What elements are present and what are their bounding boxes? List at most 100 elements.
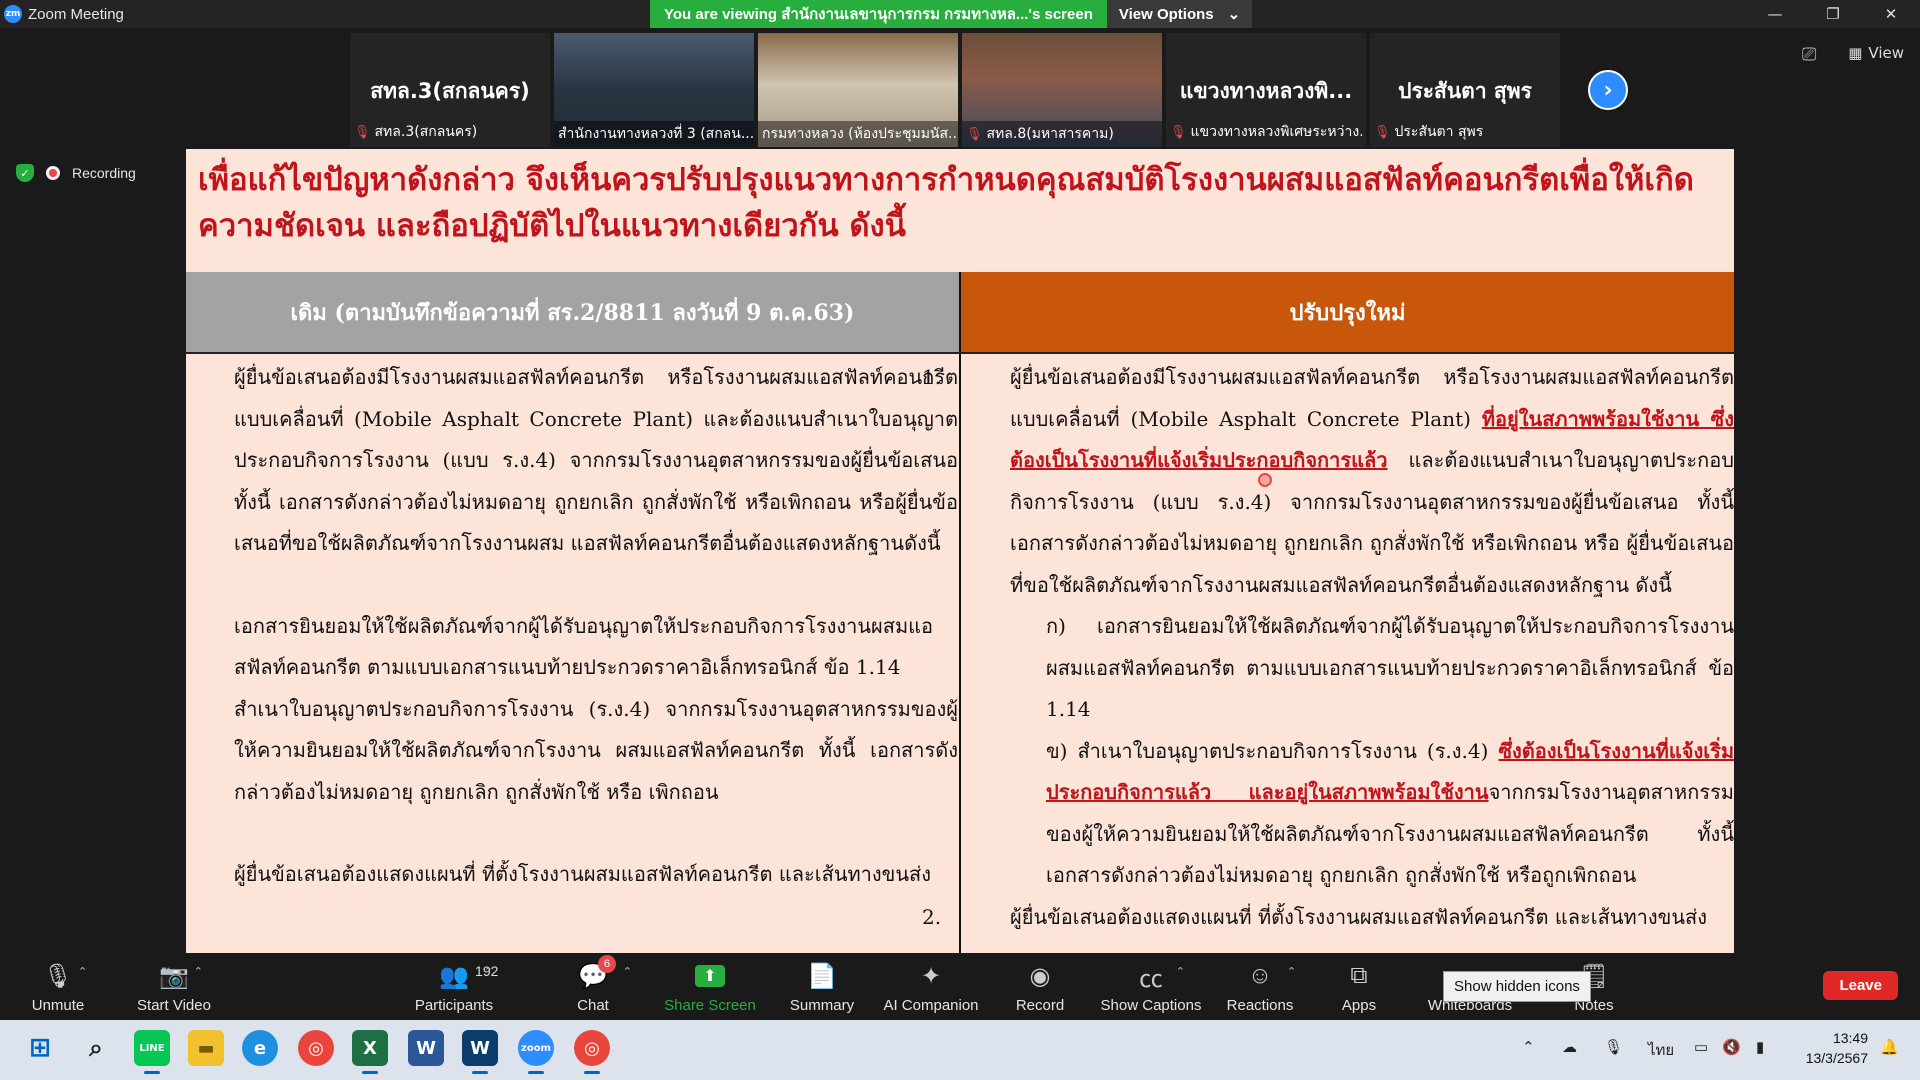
restore-button[interactable]: ❐ bbox=[1804, 0, 1862, 28]
participant-video-tile[interactable]: สำนักงานทางหลวงที่ 3 (สกลน... bbox=[554, 33, 754, 147]
leave-button[interactable]: Leave bbox=[1823, 971, 1898, 1000]
mic-muted-icon: 🎙 bbox=[1170, 124, 1187, 140]
excel-app-icon[interactable]: X bbox=[352, 1030, 388, 1074]
search-icon[interactable]: ⌕ bbox=[78, 1030, 114, 1066]
share-status-text: You are viewing สำนักงานเลขานุการกรม กรม… bbox=[650, 0, 1107, 28]
recording-indicator[interactable]: ✓ Recording bbox=[16, 164, 136, 182]
clock-time: 13:49 bbox=[1832, 1030, 1868, 1046]
window-controls: — ❐ ✕ bbox=[1746, 0, 1920, 28]
system-clock[interactable]: 13:49 13/3/2567 bbox=[1806, 1028, 1868, 1068]
close-button[interactable]: ✕ bbox=[1862, 0, 1920, 28]
chat-icon: 💬 6 ⌃ bbox=[578, 955, 632, 993]
clause-number: 1. bbox=[190, 357, 234, 399]
caret-up-icon[interactable]: ⌃ bbox=[623, 965, 632, 978]
participants-label: Participants bbox=[414, 997, 494, 1014]
participant-video-tile[interactable]: กรมทางหลวง (ห้องประชุมมนัส... bbox=[758, 33, 958, 147]
zoom-logo-icon: zm bbox=[4, 5, 22, 23]
caret-up-icon[interactable]: ⌃ bbox=[484, 965, 493, 978]
sparkle-icon: ✦ bbox=[920, 962, 942, 990]
start-video-button[interactable]: 📷 ⌃ Start Video bbox=[124, 959, 224, 1015]
participant-display-name: สทล.3(สกลนคร) bbox=[370, 79, 530, 103]
notification-bell-icon[interactable]: 🔔 bbox=[1880, 1038, 1899, 1056]
show-captions-button[interactable]: ㏄ ⌃ Show Captions bbox=[1098, 959, 1204, 1015]
line-app-icon[interactable]: LINE bbox=[134, 1030, 170, 1074]
windows-taskbar: ⊞ ⌕ LINE ▬ e ◎ X W W zoom ◎ ⌃ ☁ 🎙 ไทย ▭ … bbox=[0, 1020, 1920, 1080]
participant-name: สำนักงานทางหลวงที่ 3 (สกลน... bbox=[558, 126, 754, 142]
clause-text: ผู้ยื่นข้อเสนอต้องมีโรงงานผสมแอสฟัลท์คอน… bbox=[234, 365, 958, 555]
participants-button[interactable]: 👥 192 ⌃ Participants bbox=[404, 959, 504, 1015]
participant-tile[interactable]: สทล.3(สกลนคร) 🎙 สทล.3(สกลนคร) bbox=[350, 33, 550, 147]
shared-screen-slide: เพื่อแก้ไขปัญหาดังกล่าว จึงเห็นควรปรับปร… bbox=[186, 149, 1734, 953]
next-page-button[interactable]: › bbox=[1588, 70, 1628, 110]
caret-up-icon[interactable]: ⌃ bbox=[194, 965, 203, 978]
chat-button[interactable]: 💬 6 ⌃ Chat bbox=[543, 955, 643, 1014]
apps-icon: ⧉ bbox=[1350, 962, 1368, 989]
clause-number: 1. bbox=[922, 365, 942, 389]
record-icon: ◉ bbox=[1029, 962, 1051, 990]
chrome-profile-icon[interactable]: ◎ bbox=[574, 1030, 610, 1074]
language-indicator[interactable]: ไทย bbox=[1648, 1038, 1674, 1062]
file-explorer-icon[interactable]: ▬ bbox=[188, 1030, 224, 1066]
minimize-button[interactable]: — bbox=[1746, 0, 1804, 28]
camera-switch-icon[interactable]: ⎚ bbox=[1802, 44, 1816, 65]
apps-button[interactable]: ⧉ Apps bbox=[1309, 959, 1409, 1014]
grid-icon: ▦ bbox=[1848, 44, 1863, 62]
view-label: View bbox=[1868, 44, 1904, 62]
record-button[interactable]: ◉ Record bbox=[990, 959, 1090, 1015]
ai-companion-button[interactable]: ✦ AI Companion bbox=[881, 959, 981, 1015]
share-screen-button[interactable]: ⬆ Share Screen bbox=[660, 959, 760, 1014]
record-label: Record bbox=[1015, 997, 1065, 1014]
word-app-icon[interactable]: W bbox=[408, 1030, 444, 1066]
participant-display-name: ประสันตา สุพร bbox=[1398, 79, 1532, 103]
chat-badge: 6 bbox=[597, 955, 616, 973]
share-screen-label: Share Screen bbox=[664, 997, 756, 1014]
summary-button[interactable]: 📄 Summary bbox=[772, 959, 872, 1015]
battery-icon[interactable]: ▮ bbox=[1756, 1038, 1764, 1056]
annotation-cursor bbox=[1258, 473, 1272, 487]
caret-up-icon[interactable]: ⌃ bbox=[78, 965, 87, 978]
mic-muted-icon: 🎙 bbox=[966, 126, 983, 142]
chevron-up-icon[interactable]: ⌃ bbox=[1522, 1038, 1535, 1056]
reactions-button[interactable]: ☺ ⌃ Reactions bbox=[1210, 959, 1310, 1014]
view-options-button[interactable]: View Options ⌄ bbox=[1106, 0, 1253, 28]
participant-name: สทล.3(สกลนคร) bbox=[374, 124, 478, 140]
clause-b: ข)สำเนาใบอนุญาตประกอบกิจการโรงงาน (ร.ง.4… bbox=[190, 689, 958, 814]
cloud-sync-icon[interactable]: ☁ bbox=[1562, 1038, 1577, 1056]
chrome-browser-icon[interactable]: ◎ bbox=[298, 1030, 334, 1066]
zoom-app-icon[interactable]: zoom bbox=[518, 1030, 554, 1074]
edge-browser-icon[interactable]: e bbox=[242, 1030, 278, 1066]
microphone-icon[interactable]: 🎙 bbox=[1604, 1038, 1623, 1056]
clause-2: 2.ผู้ยื่นข้อเสนอต้องแสดงแผนที่ ที่ตั้งโร… bbox=[190, 854, 958, 896]
video-off-icon: 📷 ⌃ bbox=[159, 962, 203, 990]
participant-tile[interactable]: แขวงทางหลวงพิ... 🎙 แขวงทางหลวงพิเศษระหว่า… bbox=[1166, 33, 1366, 147]
reactions-icon: ☺ ⌃ bbox=[1247, 962, 1297, 989]
summary-label: Summary bbox=[789, 997, 855, 1014]
chat-label: Chat bbox=[577, 997, 609, 1014]
clause-a: ก)เอกสารยินยอมให้ใช้ผลิตภัณฑ์จากผู้ได้รั… bbox=[190, 606, 958, 689]
column-header-original: เดิม (ตามบันทึกข้อความที่ สร.2/8811 ลงวั… bbox=[186, 272, 959, 352]
caret-up-icon[interactable]: ⌃ bbox=[1176, 965, 1185, 978]
recording-label: Recording bbox=[72, 165, 136, 181]
participant-name: สทล.8(มหาสารคาม) bbox=[986, 126, 1114, 142]
participant-video-tile[interactable]: 🎙 สทล.8(มหาสารคาม) bbox=[962, 33, 1162, 147]
windows-start-icon[interactable]: ⊞ bbox=[22, 1030, 58, 1066]
participant-strip: สทล.3(สกลนคร) 🎙 สทล.3(สกลนคร) สำนักงานทาง… bbox=[350, 33, 1570, 147]
unmute-button[interactable]: 🎙 ⌃ Unmute bbox=[8, 959, 108, 1015]
view-button[interactable]: ▦ View bbox=[1848, 44, 1904, 62]
volume-muted-icon[interactable]: 🔇 bbox=[1722, 1038, 1741, 1056]
wps-app-icon[interactable]: W bbox=[462, 1030, 498, 1074]
clock-date: 13/3/2567 bbox=[1805, 1050, 1868, 1066]
column-divider bbox=[959, 272, 961, 953]
network-icon[interactable]: ▭ bbox=[1694, 1038, 1708, 1056]
shield-icon: ✓ bbox=[16, 164, 34, 182]
reactions-label: Reactions bbox=[1226, 997, 1294, 1014]
view-options-label: View Options bbox=[1118, 5, 1214, 23]
participant-tile[interactable]: ประสันตา สุพร 🎙 ประสันตา สุพร bbox=[1370, 33, 1560, 147]
caret-up-icon[interactable]: ⌃ bbox=[1287, 965, 1296, 978]
window-title: Zoom Meeting bbox=[28, 5, 124, 23]
mic-muted-icon: 🎙 bbox=[1374, 124, 1391, 140]
record-dot-icon bbox=[46, 166, 60, 180]
clause-1: 1.ผู้ยื่นข้อเสนอต้องมีโรงงานผสมแอสฟัลท์ค… bbox=[190, 357, 958, 565]
